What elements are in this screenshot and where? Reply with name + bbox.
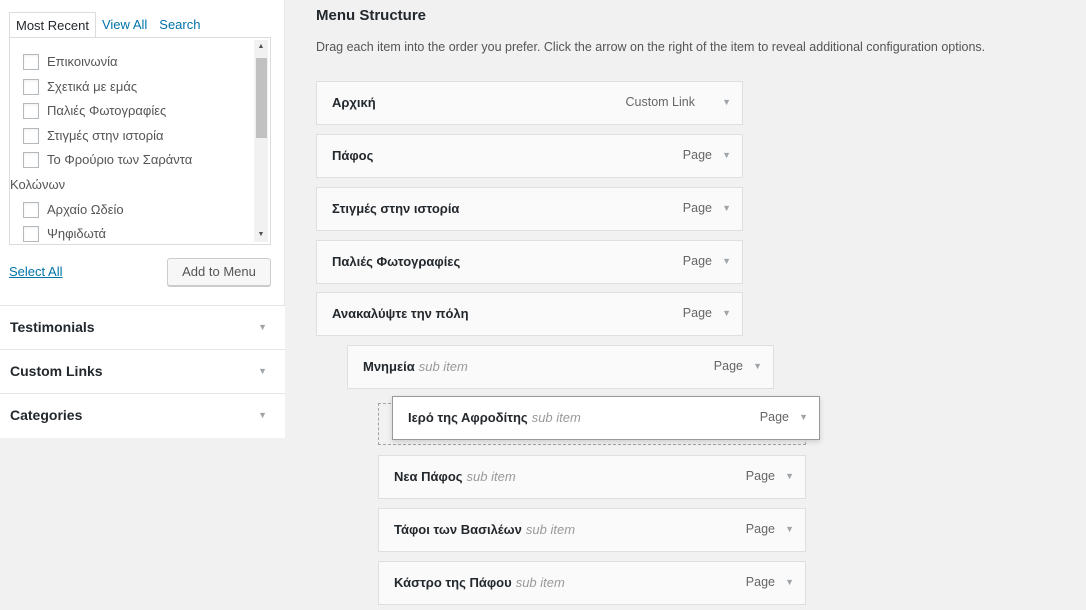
list-item: Το Φρούριο των Σαράντα xyxy=(10,148,255,173)
pages-checklist: Επικοινωνία Σχετικά με εμάς Παλιές Φωτογ… xyxy=(10,50,255,244)
menu-structure-title: Menu Structure xyxy=(316,7,427,24)
chevron-down-icon[interactable]: ▼ xyxy=(785,577,794,587)
list-item: Σχετικά με εμάς xyxy=(10,75,255,100)
menu-item-type: Page xyxy=(759,410,789,424)
menu-item-title: Ανακαλύψτε την πόλη xyxy=(332,306,469,321)
chevron-down-icon[interactable]: ▼ xyxy=(722,256,731,266)
page-label: Σχετικά με εμάς xyxy=(47,78,138,94)
chevron-down-icon[interactable]: ▼ xyxy=(785,524,794,534)
menu-item-type: Page xyxy=(745,575,775,589)
page-label: Ψηφιδωτά xyxy=(47,226,107,242)
checklist-scrollbar[interactable]: ▲ ▼ xyxy=(254,40,268,242)
menu-item[interactable]: Τάφοι των Βασιλέων sub item Page ▼ xyxy=(378,508,806,552)
menu-item-type: Page xyxy=(682,306,712,320)
scroll-thumb[interactable] xyxy=(256,58,267,138)
sub-item-label: sub item xyxy=(466,469,516,484)
chevron-down-icon[interactable]: ▼ xyxy=(722,97,731,107)
menu-item-title-text: Νεα Πάφος xyxy=(394,469,463,484)
page-checkbox[interactable] xyxy=(23,78,39,95)
accordion-title: Custom Links xyxy=(10,363,103,379)
menu-item-type: Page xyxy=(682,201,712,215)
menu-item[interactable]: Παλιές Φωτογραφίες Page ▼ xyxy=(316,240,743,284)
menu-item-type: Custom Link xyxy=(625,95,695,109)
menu-structure-description: Drag each item into the order you prefer… xyxy=(316,40,986,54)
menu-item-type: Page xyxy=(682,148,712,162)
page-label: Αρχαίο Ωδείο xyxy=(47,201,124,217)
scroll-down-arrow-icon[interactable]: ▼ xyxy=(254,228,268,242)
list-item: Επικοινωνία xyxy=(10,50,255,75)
menu-item[interactable]: Μνημεία sub item Page ▼ xyxy=(347,345,774,389)
add-to-menu-button[interactable]: Add to Menu xyxy=(167,258,271,286)
menu-item-title: Αρχική xyxy=(332,95,376,110)
chevron-down-icon[interactable]: ▼ xyxy=(722,150,731,160)
menu-item[interactable]: Πάφος Page ▼ xyxy=(316,134,743,178)
menu-item-title: Νεα Πάφος sub item xyxy=(394,469,516,484)
menu-item[interactable]: Ανακαλύψτε την πόλη Page ▼ xyxy=(316,292,743,336)
chevron-down-icon[interactable]: ▼ xyxy=(258,322,267,332)
menu-item-title-text: Μνημεία xyxy=(363,359,415,374)
sub-item-label: sub item xyxy=(531,410,581,425)
accordion-custom-links[interactable]: Custom Links ▼ xyxy=(0,349,285,394)
chevron-down-icon[interactable]: ▼ xyxy=(785,471,794,481)
page-checkbox[interactable] xyxy=(23,201,39,218)
pages-checklist-panel: Επικοινωνία Σχετικά με εμάς Παλιές Φωτογ… xyxy=(9,37,271,245)
menu-item[interactable]: Αρχική Custom Link ▼ xyxy=(316,81,743,125)
menu-item-title: Πάφος xyxy=(332,148,374,163)
menu-item[interactable]: Στιγμές στην ιστορία Page ▼ xyxy=(316,187,743,231)
list-item: Στιγμές στην ιστορία xyxy=(10,124,255,149)
menu-item-title: Παλιές Φωτογραφίες xyxy=(332,254,461,269)
tab-search[interactable]: Search xyxy=(153,12,206,38)
pages-tabs: Most Recent View All Search xyxy=(9,12,206,38)
menu-item-title-text: Τάφοι των Βασιλέων xyxy=(394,522,522,537)
page-checkbox[interactable] xyxy=(23,103,39,120)
menu-item[interactable]: Κάστρο της Πάφου sub item Page ▼ xyxy=(378,561,806,605)
page-checkbox[interactable] xyxy=(23,152,39,169)
chevron-down-icon[interactable]: ▼ xyxy=(722,308,731,318)
menu-item-type: Page xyxy=(745,522,775,536)
menu-item-title: Τάφοι των Βασιλέων sub item xyxy=(394,522,575,537)
menu-item-title: Ιερό της Αφροδίτης sub item xyxy=(408,410,581,425)
menu-item-title: Μνημεία sub item xyxy=(363,359,468,374)
menu-item[interactable]: Νεα Πάφος sub item Page ▼ xyxy=(378,455,806,499)
scroll-up-arrow-icon[interactable]: ▲ xyxy=(254,40,268,54)
page-label: Στιγμές στην ιστορία xyxy=(47,127,164,143)
tab-view-all[interactable]: View All xyxy=(96,12,153,38)
chevron-down-icon[interactable]: ▼ xyxy=(258,410,267,420)
list-item: Ψηφιδωτά xyxy=(10,222,255,244)
sub-item-label: sub item xyxy=(515,575,565,590)
chevron-down-icon[interactable]: ▼ xyxy=(258,366,267,376)
menu-item-type: Page xyxy=(713,359,743,373)
list-item: Παλιές Φωτογραφίες xyxy=(10,99,255,124)
list-item-wrap: Κολώνων xyxy=(10,173,255,198)
menu-item-type: Page xyxy=(745,469,775,483)
list-item: Αρχαίο Ωδείο xyxy=(10,198,255,223)
accordion-categories[interactable]: Categories ▼ xyxy=(0,393,285,438)
chevron-down-icon[interactable]: ▼ xyxy=(799,412,808,422)
menu-item-dragging[interactable]: Ιερό της Αφροδίτης sub item Page ▼ xyxy=(392,396,820,440)
sub-item-label: sub item xyxy=(525,522,576,537)
menu-item-title: Στιγμές στην ιστορία xyxy=(332,201,460,216)
add-menu-items-panel: Most Recent View All Search Επικοινωνία … xyxy=(0,0,285,438)
menu-item-type: Page xyxy=(682,254,712,268)
menu-item-title-text: Ιερό της Αφροδίτης xyxy=(408,410,528,425)
accordion-testimonials[interactable]: Testimonials ▼ xyxy=(0,305,285,350)
page-label: Επικοινωνία xyxy=(47,54,118,69)
page-checkbox[interactable] xyxy=(23,54,39,70)
menu-item-title: Κάστρο της Πάφου sub item xyxy=(394,575,565,590)
chevron-down-icon[interactable]: ▼ xyxy=(753,361,762,371)
sub-item-label: sub item xyxy=(418,359,468,374)
page-label: Παλιές Φωτογραφίες xyxy=(47,103,167,119)
tab-most-recent[interactable]: Most Recent xyxy=(9,12,96,38)
menu-item-title-text: Κάστρο της Πάφου xyxy=(394,575,512,590)
accordion-title: Categories xyxy=(10,407,83,423)
accordion-title: Testimonials xyxy=(10,319,95,335)
page-label: Το Φρούριο των Σαράντα xyxy=(47,152,193,168)
chevron-down-icon[interactable]: ▼ xyxy=(722,203,731,213)
page-checkbox[interactable] xyxy=(23,226,39,243)
page-checkbox[interactable] xyxy=(23,127,39,144)
page-label-wrap: Κολώνων xyxy=(10,176,66,192)
select-all-link[interactable]: Select All xyxy=(9,264,62,279)
